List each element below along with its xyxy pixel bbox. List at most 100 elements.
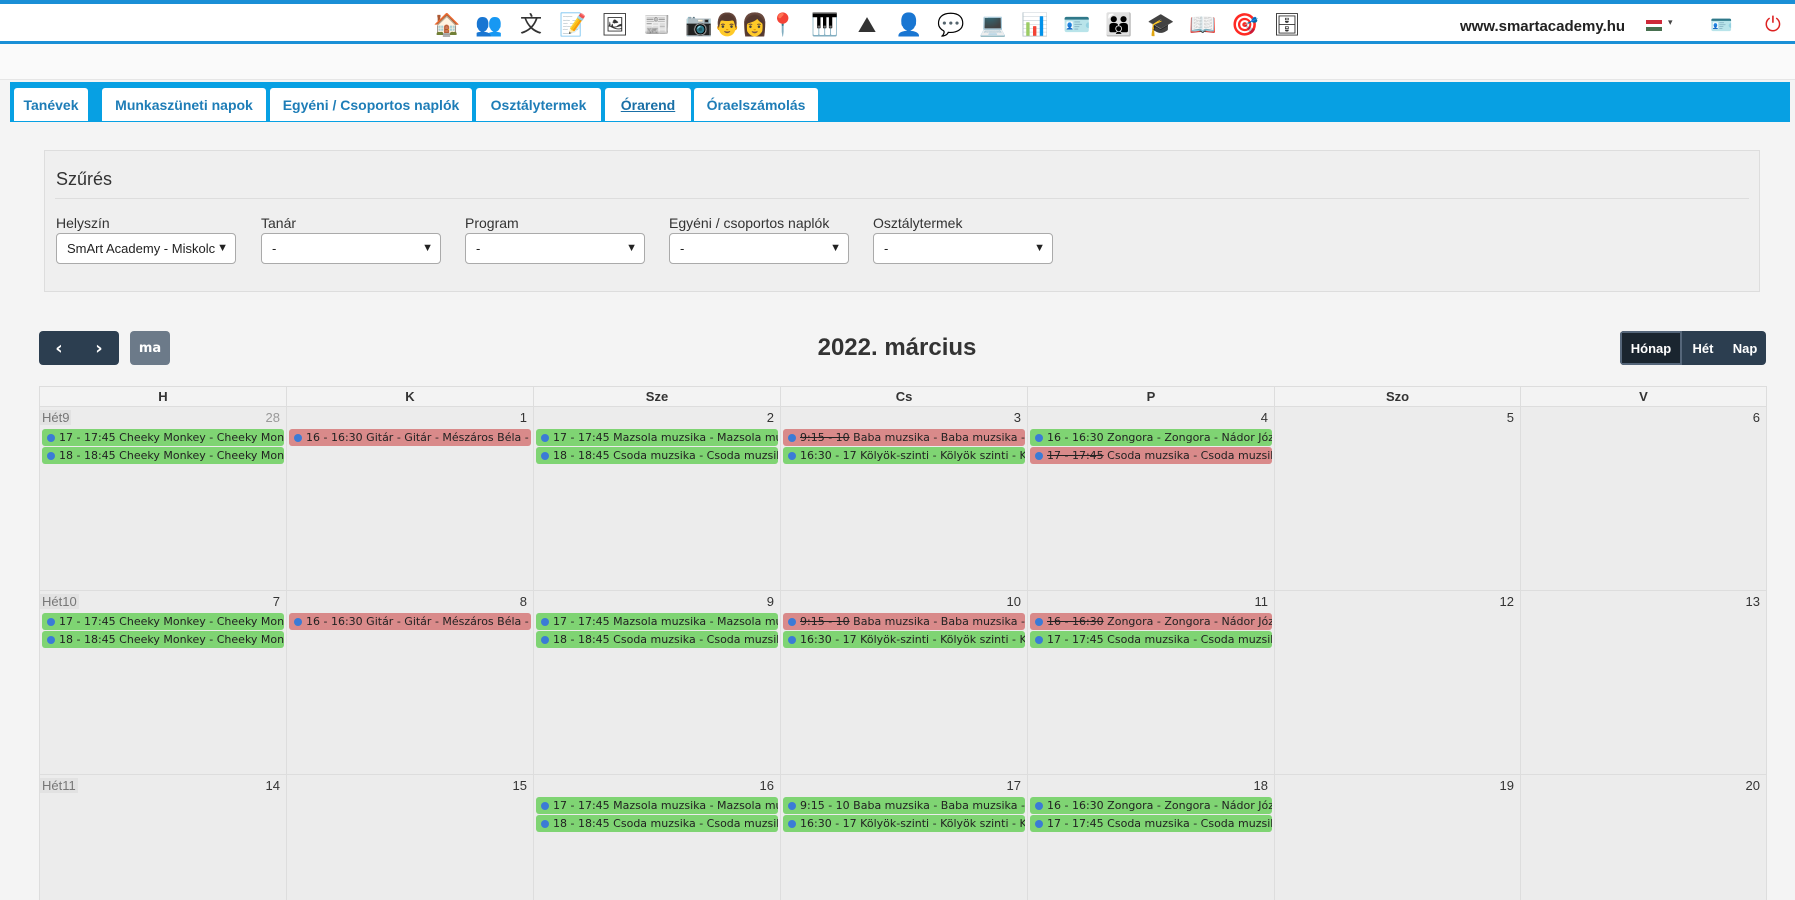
computer-user-icon[interactable]: 💻 bbox=[976, 10, 1010, 42]
target-icon[interactable]: 🎯 bbox=[1228, 10, 1262, 42]
calendar-event[interactable]: 16:30 - 17 Kölyök-szinti - Kölyök szinti… bbox=[783, 631, 1025, 648]
day-cell[interactable]: 11 16 - 16:30 Zongora - Zongora - Nádor J… bbox=[1028, 591, 1275, 775]
calendar-event[interactable]: 16 - 16:30 Zongora - Zongora - Nádor Józ… bbox=[1030, 429, 1272, 446]
tab-orarend[interactable]: Órarend bbox=[605, 88, 691, 121]
day-cell[interactable]: 4 16 - 16:30 Zongora - Zongora - Nádor Jó… bbox=[1028, 407, 1275, 591]
day-number[interactable]: 15 bbox=[513, 778, 527, 793]
calendar-event[interactable]: 16 - 16:30 Gitár - Gitár - Mészáros Béla… bbox=[289, 429, 531, 446]
calendar-event[interactable]: 18 - 18:45 Csoda muzsika - Csoda muzsika bbox=[536, 815, 778, 832]
tab-oraelszamolas[interactable]: Óraelszámolás bbox=[694, 88, 818, 121]
tab-tanevek[interactable]: Tanévek bbox=[14, 88, 88, 121]
calendar-event[interactable]: 17 - 17:45 Cheeky Monkey - Cheeky Monkey bbox=[42, 613, 284, 630]
day-number[interactable]: 13 bbox=[1746, 594, 1760, 609]
presentation-icon[interactable]: 📊 bbox=[1018, 10, 1052, 42]
site-link[interactable]: www.smartacademy.hu bbox=[1460, 18, 1625, 35]
calendar-event[interactable]: 18 - 18:45 Cheeky Monkey - Cheeky Monkey bbox=[42, 447, 284, 464]
day-number[interactable]: 3 bbox=[1014, 410, 1021, 425]
view-month-button[interactable]: Hónap bbox=[1620, 331, 1682, 365]
teacher-select[interactable]: - ▼ bbox=[261, 233, 441, 264]
week-number[interactable]: Hét10 bbox=[40, 594, 79, 609]
day-number[interactable]: 10 bbox=[1007, 594, 1021, 609]
user-group-icon[interactable]: 👨‍👩 bbox=[714, 10, 769, 42]
day-number[interactable]: 4 bbox=[1261, 410, 1268, 425]
users-icon[interactable]: 👥 bbox=[472, 10, 506, 42]
next-month-button[interactable]: › bbox=[79, 331, 119, 365]
view-day-button[interactable]: Nap bbox=[1724, 331, 1766, 365]
profile-card-icon[interactable]: 🪪 bbox=[1710, 17, 1732, 35]
day-number[interactable]: 8 bbox=[520, 594, 527, 609]
calendar-event[interactable]: 18 - 18:45 Csoda muzsika - Csoda muzsika bbox=[536, 447, 778, 464]
day-cell[interactable]: 5 bbox=[1275, 407, 1521, 591]
chevron-down-icon[interactable]: ▾ bbox=[1668, 18, 1673, 28]
day-cell[interactable]: 19 bbox=[1275, 775, 1521, 900]
location-pin-icon[interactable]: 📍 bbox=[766, 10, 800, 42]
day-number[interactable]: 5 bbox=[1507, 410, 1514, 425]
day-cell[interactable]: 9 17 - 17:45 Mazsola muzsika - Mazsola mu… bbox=[534, 591, 781, 775]
landscape-icon[interactable]: ⛰ bbox=[850, 10, 884, 42]
day-number[interactable]: 18 bbox=[1254, 778, 1268, 793]
day-number[interactable]: 6 bbox=[1753, 410, 1760, 425]
book-icon[interactable]: 📖 bbox=[1186, 10, 1220, 42]
prev-month-button[interactable]: ‹ bbox=[39, 331, 79, 365]
day-number[interactable]: 28 bbox=[266, 410, 280, 425]
day-cell[interactable]: Hét11 14 bbox=[40, 775, 287, 900]
calendar-event[interactable]: 17 - 17:45 Mazsola muzsika - Mazsola muz… bbox=[536, 613, 778, 630]
week-number[interactable]: Hét11 bbox=[40, 778, 78, 793]
calendar-event[interactable]: 9:15 - 10 Baba muzsika - Baba muzsika - … bbox=[783, 797, 1025, 814]
calendar-event[interactable]: 16:30 - 17 Kölyök-szinti - Kölyök szinti… bbox=[783, 447, 1025, 464]
day-number[interactable]: 12 bbox=[1500, 594, 1514, 609]
day-cell[interactable]: 15 bbox=[287, 775, 534, 900]
calendar-event[interactable]: 16 - 16:30 Gitár - Gitár - Mészáros Béla… bbox=[289, 613, 531, 630]
day-number[interactable]: 16 bbox=[760, 778, 774, 793]
day-cell[interactable]: 2 17 - 17:45 Mazsola muzsika - Mazsola mu… bbox=[534, 407, 781, 591]
day-cell[interactable]: 12 bbox=[1275, 591, 1521, 775]
program-select[interactable]: - ▼ bbox=[465, 233, 645, 264]
database-icon[interactable]: 🗄 bbox=[1270, 10, 1304, 42]
documents-icon[interactable]: 📝 bbox=[556, 10, 590, 42]
newspaper-icon[interactable]: 📰 bbox=[640, 10, 674, 42]
graduate-icon[interactable]: 🎓 bbox=[1144, 10, 1178, 42]
calendar-event[interactable]: 17 - 17:45 Mazsola muzsika - Mazsola muz… bbox=[536, 429, 778, 446]
day-cell[interactable]: 3 9:15 - 10 Baba muzsika - Baba muzsika -… bbox=[781, 407, 1028, 591]
tab-egyeni-csoportos-naplok[interactable]: Egyéni / Csoportos naplók bbox=[270, 88, 472, 121]
id-badge-icon[interactable]: 🪪 bbox=[1060, 10, 1094, 42]
day-cell[interactable]: 1 16 - 16:30 Gitár - Gitár - Mészáros Bél… bbox=[287, 407, 534, 591]
day-number[interactable]: 19 bbox=[1500, 778, 1514, 793]
calendar-event[interactable]: 17 - 17:45 Csoda muzsika - Csoda muzsika bbox=[1030, 447, 1272, 464]
calendar-event[interactable]: 17 - 17:45 Csoda muzsika - Csoda muzsika bbox=[1030, 815, 1272, 832]
day-cell[interactable]: 17 9:15 - 10 Baba muzsika - Baba muzsika … bbox=[781, 775, 1028, 900]
calendar-event[interactable]: 17 - 17:45 Mazsola muzsika - Mazsola muz… bbox=[536, 797, 778, 814]
user-outline-icon[interactable]: 👤 bbox=[892, 10, 926, 42]
day-cell[interactable]: 16 17 - 17:45 Mazsola muzsika - Mazsola m… bbox=[534, 775, 781, 900]
calendar-event[interactable]: 17 - 17:45 Csoda muzsika - Csoda muzsika bbox=[1030, 631, 1272, 648]
translate-icon[interactable]: 文 bbox=[514, 10, 548, 42]
journal-select[interactable]: - ▼ bbox=[669, 233, 849, 264]
calendar-event[interactable]: 16 - 16:30 Zongora - Zongora - Nádor Józ… bbox=[1030, 613, 1272, 630]
tab-munkaszuneti-napok[interactable]: Munkaszüneti napok bbox=[102, 88, 266, 121]
calendar-event[interactable]: 9:15 - 10 Baba muzsika - Baba muzsika - … bbox=[783, 429, 1025, 446]
location-select[interactable]: SmArt Academy - Miskolc ▼ bbox=[56, 233, 236, 264]
chat-bubble-icon[interactable]: 💬 bbox=[934, 10, 968, 42]
day-number[interactable]: 20 bbox=[1746, 778, 1760, 793]
day-number[interactable]: 14 bbox=[266, 778, 280, 793]
day-number[interactable]: 17 bbox=[1007, 778, 1021, 793]
day-cell[interactable]: Hét9 28 17 - 17:45 Cheeky Monkey - Cheeky … bbox=[40, 407, 287, 591]
day-number[interactable]: 1 bbox=[520, 410, 527, 425]
today-button[interactable]: ma bbox=[130, 331, 170, 365]
calendar-event[interactable]: 16:30 - 17 Kölyök-szinti - Kölyök szinti… bbox=[783, 815, 1025, 832]
week-number[interactable]: Hét9 bbox=[40, 410, 72, 425]
view-week-button[interactable]: Hét bbox=[1682, 331, 1724, 365]
hungarian-flag-icon[interactable] bbox=[1646, 20, 1662, 32]
camera-icon[interactable]: 📷 bbox=[682, 10, 716, 42]
day-cell[interactable]: 13 bbox=[1521, 591, 1767, 775]
day-cell[interactable]: 18 16 - 16:30 Zongora - Zongora - Nádor J… bbox=[1028, 775, 1275, 900]
calendar-event[interactable]: 9:15 - 10 Baba muzsika - Baba muzsika - … bbox=[783, 613, 1025, 630]
day-number[interactable]: 11 bbox=[1255, 594, 1269, 609]
logout-power-icon[interactable]: ⏻ bbox=[1765, 14, 1781, 34]
day-cell[interactable]: 20 bbox=[1521, 775, 1767, 900]
day-cell[interactable]: 6 bbox=[1521, 407, 1767, 591]
piano-icon[interactable]: 🎹 bbox=[808, 10, 842, 42]
calendar-event[interactable]: 18 - 18:45 Cheeky Monkey - Cheeky Monkey bbox=[42, 631, 284, 648]
family-icon[interactable]: 👪 bbox=[1102, 10, 1136, 42]
day-number[interactable]: 7 bbox=[273, 594, 280, 609]
